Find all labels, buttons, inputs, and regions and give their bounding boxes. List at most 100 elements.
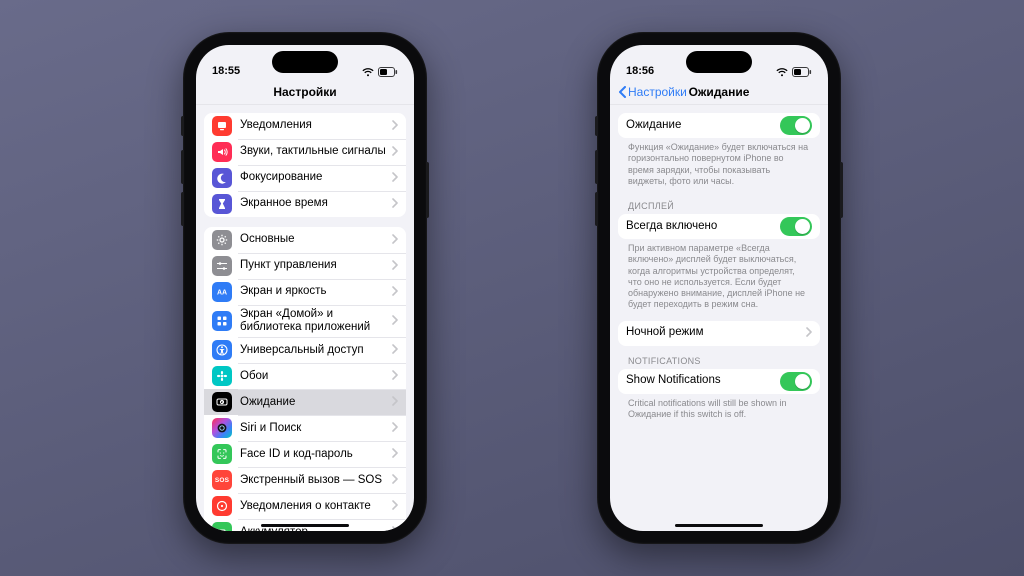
status-time: 18:56 xyxy=(626,65,654,77)
row-label: Уведомления о контакте xyxy=(240,500,392,513)
standby-icon xyxy=(212,392,232,412)
row-label: Фокусирование xyxy=(240,171,392,184)
row-wallpaper[interactable]: Обои xyxy=(204,363,406,389)
chevron-right-icon xyxy=(392,523,398,531)
back-button[interactable]: Настройки xyxy=(618,79,687,104)
phone-left: 18:55 Настройки УведомленияЗвуки, тактил… xyxy=(183,32,427,544)
row-night-mode[interactable]: Ночной режим xyxy=(618,321,820,346)
chevron-right-icon xyxy=(392,341,398,359)
side-volume-down[interactable] xyxy=(595,192,598,226)
settings-group: Всегда включено xyxy=(618,214,820,239)
row-accessibility[interactable]: Универсальный доступ xyxy=(204,337,406,363)
general-icon xyxy=(212,230,232,250)
row-display[interactable]: AA Экран и яркость xyxy=(204,279,406,305)
section-footer: Critical notifications will still be sho… xyxy=(618,394,820,421)
chevron-right-icon xyxy=(392,169,398,187)
row-control-center[interactable]: Пункт управления xyxy=(204,253,406,279)
chevron-right-icon xyxy=(392,312,398,330)
display-icon: AA xyxy=(212,282,232,302)
chevron-right-icon xyxy=(392,471,398,489)
row-label: Ночной режим xyxy=(626,326,806,339)
navbar: Настройки xyxy=(196,79,414,105)
row-label: Основные xyxy=(240,233,392,246)
row-standby-toggle[interactable]: Ожидание xyxy=(618,113,820,138)
chevron-right-icon xyxy=(392,195,398,213)
row-always-on[interactable]: Всегда включено xyxy=(618,214,820,239)
battery-icon xyxy=(792,67,812,77)
standby-toggle-toggle[interactable] xyxy=(780,116,812,135)
row-focus[interactable]: Фокусирование xyxy=(204,165,406,191)
chevron-right-icon xyxy=(392,367,398,385)
side-power-button[interactable] xyxy=(840,162,843,218)
home-indicator[interactable] xyxy=(675,524,763,527)
row-standby[interactable]: Ожидание xyxy=(204,389,406,415)
screen-left: 18:55 Настройки УведомленияЗвуки, тактил… xyxy=(196,45,414,531)
row-contact-notif[interactable]: Уведомления о контакте xyxy=(204,493,406,519)
settings-group: Show Notifications xyxy=(618,369,820,394)
side-volume-up[interactable] xyxy=(595,150,598,184)
settings-list[interactable]: Уведомления Звуки, тактильные сигналы Фоку… xyxy=(196,105,414,531)
screen-right: 18:56 Настройки Ожидание ОжиданиеФункция… xyxy=(610,45,828,531)
row-screentime[interactable]: Экранное время xyxy=(204,191,406,217)
row-general[interactable]: Основные xyxy=(204,227,406,253)
row-sos[interactable]: SOS Экстренный вызов — SOS xyxy=(204,467,406,493)
standby-settings[interactable]: ОжиданиеФункция «Ожидание» будет включат… xyxy=(610,105,828,531)
focus-icon xyxy=(212,168,232,188)
chevron-left-icon xyxy=(618,86,626,98)
sounds-icon xyxy=(212,142,232,162)
chevron-right-icon xyxy=(392,497,398,515)
chevron-right-icon xyxy=(392,117,398,135)
row-label: Siri и Поиск xyxy=(240,422,392,435)
row-siri[interactable]: Siri и Поиск xyxy=(204,415,406,441)
row-notifications[interactable]: Уведомления xyxy=(204,113,406,139)
row-label: Обои xyxy=(240,370,392,383)
row-home-screen[interactable]: Экран «Домой» и библиотека приложений xyxy=(204,305,406,337)
row-label: Ожидание xyxy=(626,119,780,132)
siri-icon xyxy=(212,418,232,438)
row-label: Всегда включено xyxy=(626,220,780,233)
side-volume-up[interactable] xyxy=(181,150,184,184)
home-indicator[interactable] xyxy=(261,524,349,527)
navbar: Настройки Ожидание xyxy=(610,79,828,105)
accessibility-icon xyxy=(212,340,232,360)
row-show-notifications[interactable]: Show Notifications xyxy=(618,369,820,394)
row-label: Универсальный доступ xyxy=(240,344,392,357)
control-center-icon xyxy=(212,256,232,276)
show-notifications-toggle[interactable] xyxy=(780,372,812,391)
chevron-right-icon xyxy=(392,257,398,275)
row-label: Пункт управления xyxy=(240,259,392,272)
side-volume-down[interactable] xyxy=(181,192,184,226)
side-mute-switch[interactable] xyxy=(181,116,184,136)
dynamic-island xyxy=(272,51,338,73)
row-sounds[interactable]: Звуки, тактильные сигналы xyxy=(204,139,406,165)
back-label: Настройки xyxy=(628,85,687,99)
settings-group: Основные Пункт управления AA Экран и яркост… xyxy=(204,227,406,531)
section-footer: При активном параметре «Всегда включено»… xyxy=(618,239,820,311)
notifications-icon xyxy=(212,116,232,136)
row-label: Экранное время xyxy=(240,197,392,210)
row-label: Ожидание xyxy=(240,396,392,409)
chevron-right-icon xyxy=(392,419,398,437)
page-title: Ожидание xyxy=(689,85,750,99)
chevron-right-icon xyxy=(392,283,398,301)
svg-text:AA: AA xyxy=(217,290,227,297)
row-label: Экстренный вызов — SOS xyxy=(240,474,392,487)
battery-icon xyxy=(378,67,398,77)
row-faceid[interactable]: Face ID и код-пароль xyxy=(204,441,406,467)
row-label: Экран «Домой» и библиотека приложений xyxy=(240,308,392,334)
screentime-icon xyxy=(212,194,232,214)
wifi-icon xyxy=(776,68,788,77)
contact-notif-icon xyxy=(212,496,232,516)
row-label: Экран и яркость xyxy=(240,285,392,298)
section-header: ДИСПЛЕЙ xyxy=(618,187,820,214)
always-on-toggle[interactable] xyxy=(780,217,812,236)
side-power-button[interactable] xyxy=(426,162,429,218)
sos-icon: SOS xyxy=(212,470,232,490)
settings-group: Ожидание xyxy=(618,113,820,138)
faceid-icon xyxy=(212,444,232,464)
side-mute-switch[interactable] xyxy=(595,116,598,136)
section-header: NOTIFICATIONS xyxy=(618,346,820,369)
settings-group: Ночной режим xyxy=(618,321,820,346)
row-label: Звуки, тактильные сигналы xyxy=(240,145,392,158)
home-screen-icon xyxy=(212,311,232,331)
